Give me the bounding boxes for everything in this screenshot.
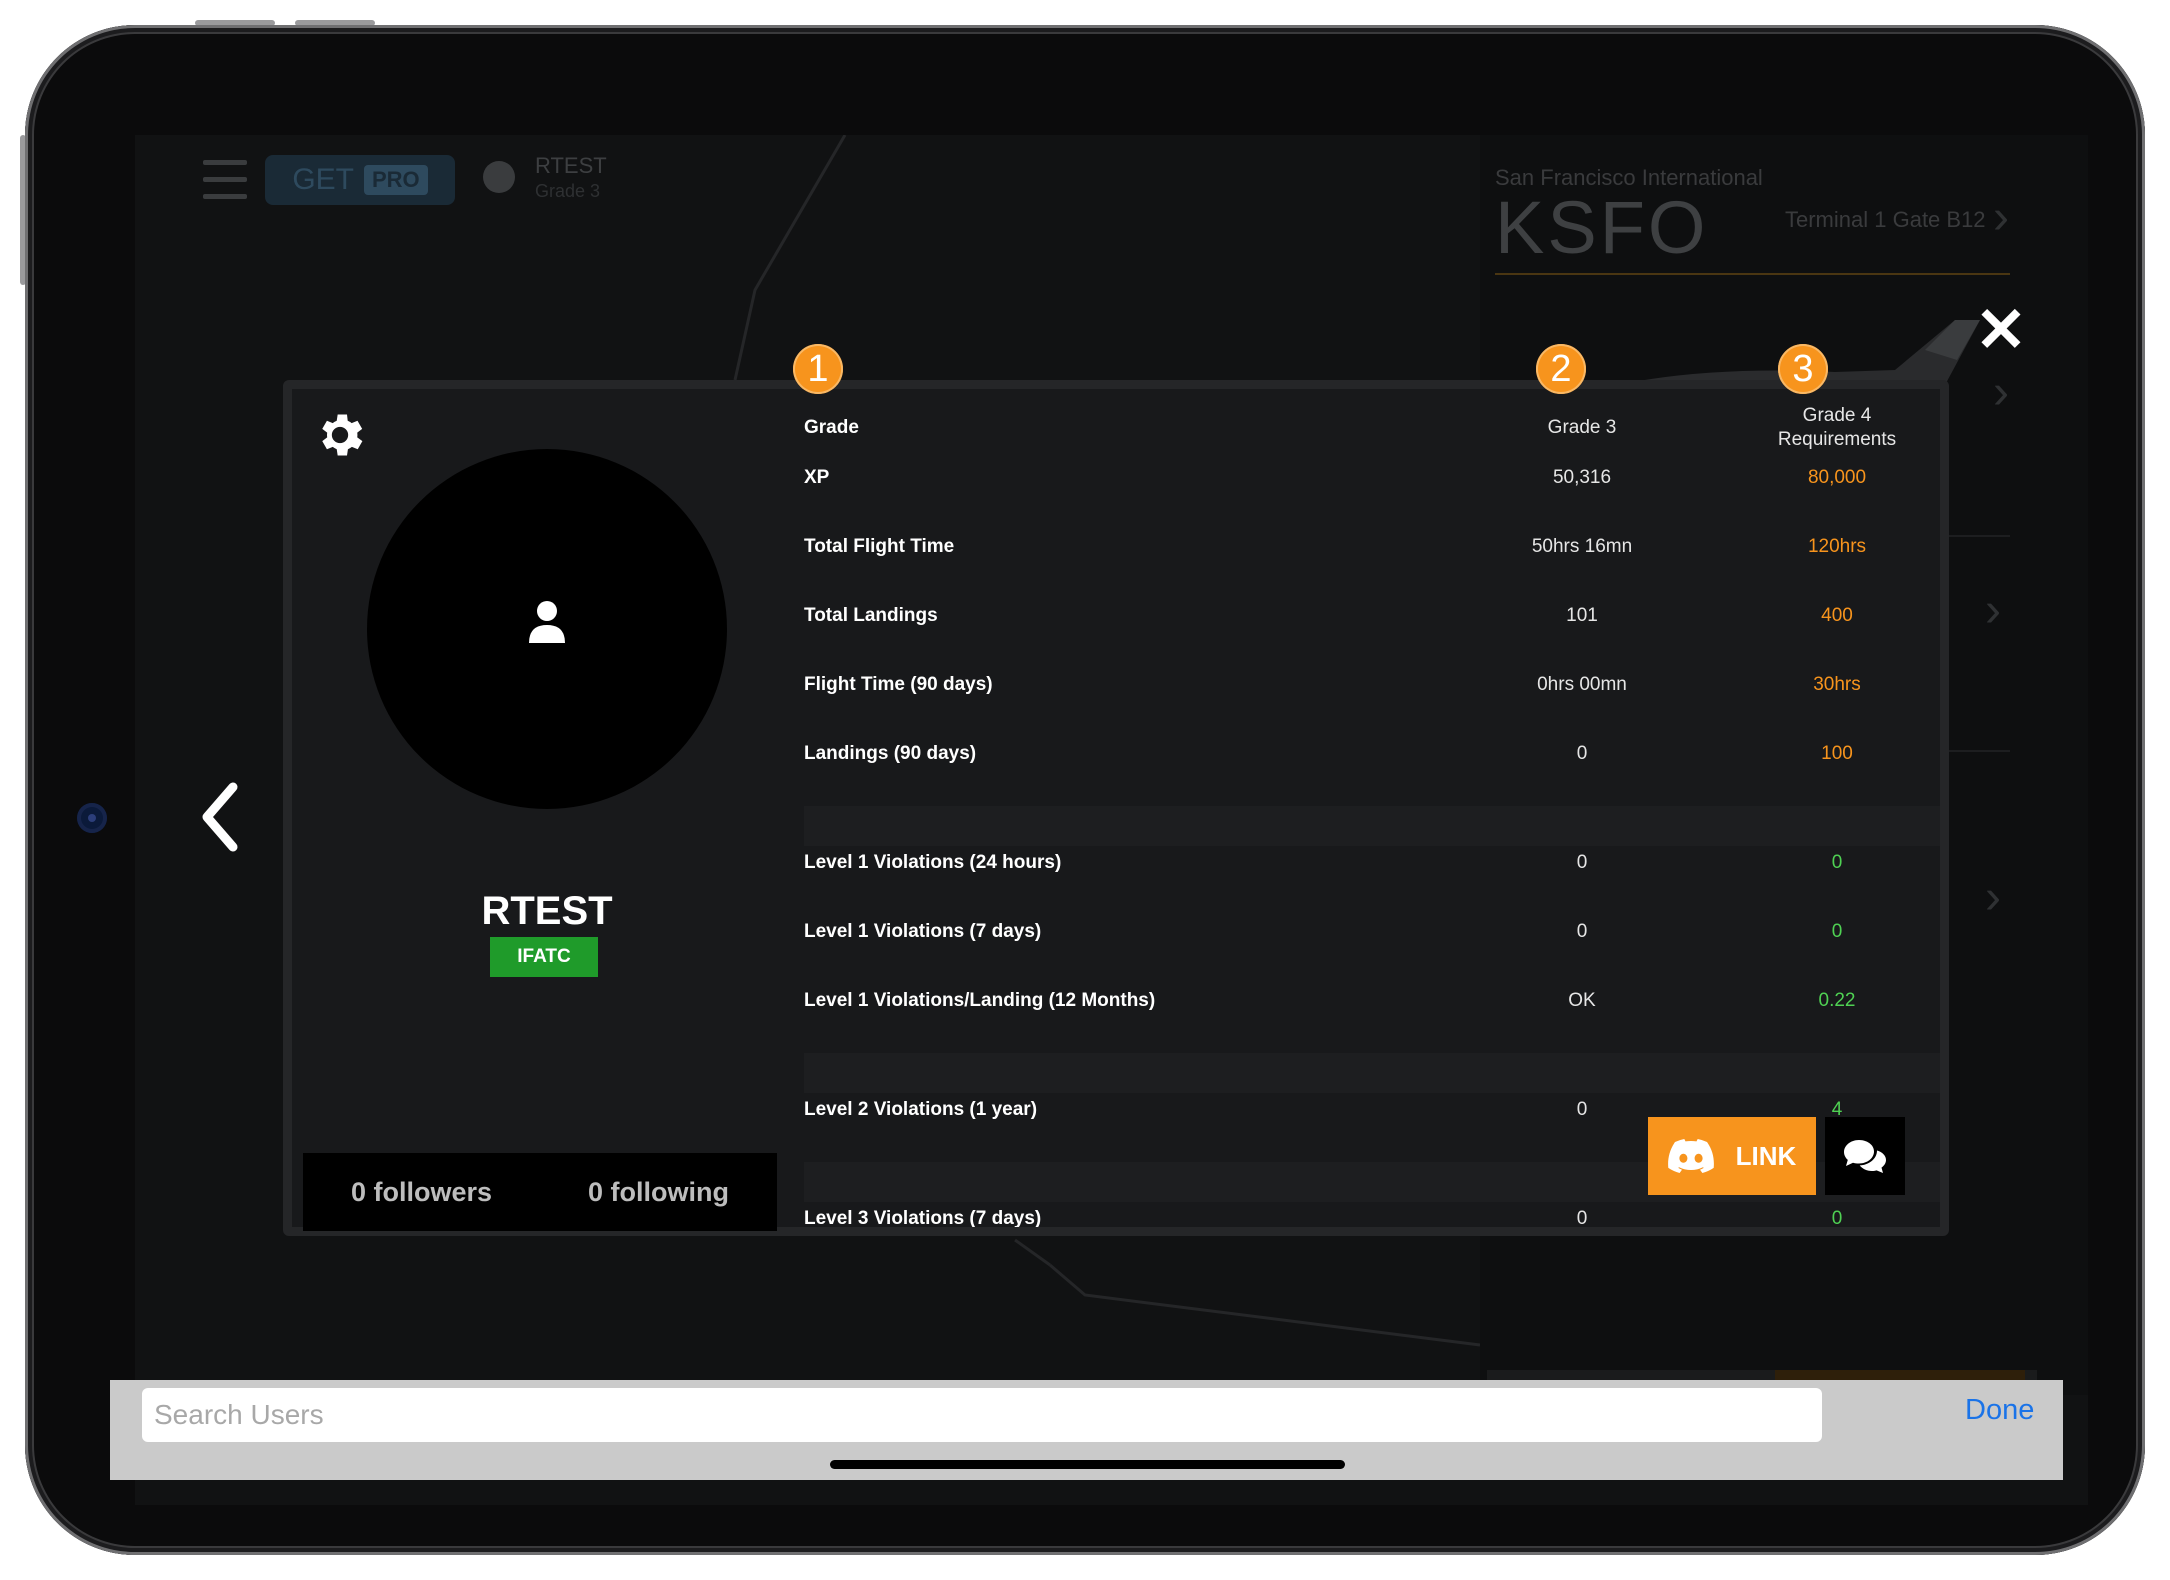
followers-count[interactable]: 0 followers <box>303 1153 540 1231</box>
callout-3: 3 <box>1778 344 1828 394</box>
row-label: Landings (90 days) <box>804 742 977 764</box>
menu-icon[interactable] <box>203 160 247 200</box>
row-required: 0 <box>1831 1207 1843 1228</box>
get-pro-button[interactable]: GET PRO <box>265 155 455 205</box>
row-label: Level 1 Violations (7 days) <box>804 920 1042 942</box>
user-icon[interactable] <box>483 161 515 193</box>
pro-badge: PRO <box>363 165 428 195</box>
row-label: Level 1 Violations (24 hours) <box>804 851 1062 873</box>
airport-code: KSFO <box>1495 186 1709 269</box>
ipad-frame: GET PRO RTEST Grade 3 San Francisco Inte… <box>25 25 2145 1555</box>
row-required: 80,000 <box>1807 466 1867 488</box>
link-label: LINK <box>1735 1140 1797 1171</box>
ifatc-badge: IFATC <box>490 937 598 977</box>
row-required: 0 <box>1831 851 1843 873</box>
row-current: 50,316 <box>1552 466 1612 488</box>
done-button[interactable]: Done <box>1965 1394 2034 1427</box>
table-row: Landings (90 days) 0 100 <box>792 719 1940 788</box>
chevron-right-icon[interactable]: › <box>1993 190 2009 245</box>
follow-stats: 0 followers 0 following <box>303 1153 777 1231</box>
top-user-grade: Grade 3 <box>535 181 601 201</box>
row-label: Flight Time (90 days) <box>804 673 993 695</box>
profile-modal: RTEST IFATC 0 followers 0 following Grad… <box>283 380 1949 1236</box>
home-indicator <box>830 1460 1345 1469</box>
row-required: 0 <box>1831 920 1843 942</box>
profile-username: RTEST <box>481 889 613 933</box>
search-area: Done <box>110 1380 2063 1480</box>
search-input[interactable] <box>142 1388 1822 1442</box>
top-user-name: RTEST <box>535 153 607 178</box>
chat-button[interactable] <box>1825 1117 1905 1195</box>
gate-label[interactable]: Terminal 1 Gate B12 <box>1785 207 1986 233</box>
chevron-right-icon[interactable]: › <box>1993 365 2009 420</box>
chevron-left-icon[interactable] <box>195 777 245 857</box>
chevron-right-icon[interactable]: › <box>1985 870 2001 925</box>
row-label: Level 1 Violations/Landing (12 Months) <box>804 989 1156 1011</box>
table-row: Total Flight Time 50hrs 16mn 120hrs <box>792 512 1940 581</box>
discord-icon <box>1667 1139 1714 1173</box>
following-count[interactable]: 0 following <box>540 1153 777 1231</box>
table-row: Total Landings 101 400 <box>792 581 1940 650</box>
row-required: 0.22 <box>1818 989 1856 1011</box>
row-current: OK <box>1568 989 1596 1011</box>
row-label: XP <box>804 466 830 488</box>
get-pro-label: GET <box>292 163 354 196</box>
row-label: Total Flight Time <box>804 535 955 557</box>
camera <box>77 803 107 833</box>
screen: GET PRO RTEST Grade 3 San Francisco Inte… <box>135 135 2088 1505</box>
search-bar: Done <box>110 1380 2063 1480</box>
row-label: Level 3 Violations (7 days) <box>804 1207 1042 1228</box>
gear-icon[interactable] <box>312 407 368 463</box>
row-current: 50hrs 16mn <box>1531 535 1633 557</box>
row-current: 101 <box>1566 604 1598 626</box>
airport-divider <box>1495 273 2010 275</box>
callout-2: 2 <box>1536 344 1586 394</box>
table-row: Flight Time (90 days) 0hrs 00mn 30hrs <box>792 650 1940 719</box>
person-icon <box>529 601 565 643</box>
chat-icon <box>1844 1140 1886 1173</box>
table-row: Level 1 Violations (24 hours) 0 0 <box>792 828 1940 897</box>
table-row: Level 1 Violations/Landing (12 Months) O… <box>792 966 1940 1035</box>
discord-link-button[interactable]: LINK <box>1648 1117 1816 1195</box>
header-grade: Grade <box>804 416 859 438</box>
callout-1: 1 <box>793 344 843 394</box>
row-current: 0 <box>1576 851 1588 873</box>
row-current: 0hrs 00mn <box>1537 673 1627 695</box>
close-icon[interactable]: ✕ <box>1973 300 2029 362</box>
row-current: 0 <box>1576 1207 1588 1228</box>
header-current-grade: Grade 3 <box>1547 416 1617 438</box>
grade-table: Grade Grade 3 Grade 4 Requirements XP 50… <box>792 389 1940 1227</box>
chevron-right-icon[interactable]: › <box>1985 583 2001 638</box>
row-required: 30hrs <box>1813 673 1861 695</box>
row-current: 0 <box>1576 742 1588 764</box>
row-required: 100 <box>1821 742 1853 764</box>
table-row: XP 50,316 80,000 <box>792 443 1940 512</box>
row-label: Level 2 Violations (1 year) <box>804 1098 1038 1120</box>
row-label: Total Landings <box>804 604 938 626</box>
table-row: Level 1 Violations (7 days) 0 0 <box>792 897 1940 966</box>
avatar <box>367 449 727 809</box>
row-current: 0 <box>1576 920 1588 942</box>
row-required: 400 <box>1821 604 1853 626</box>
row-required: 120hrs <box>1807 535 1867 557</box>
